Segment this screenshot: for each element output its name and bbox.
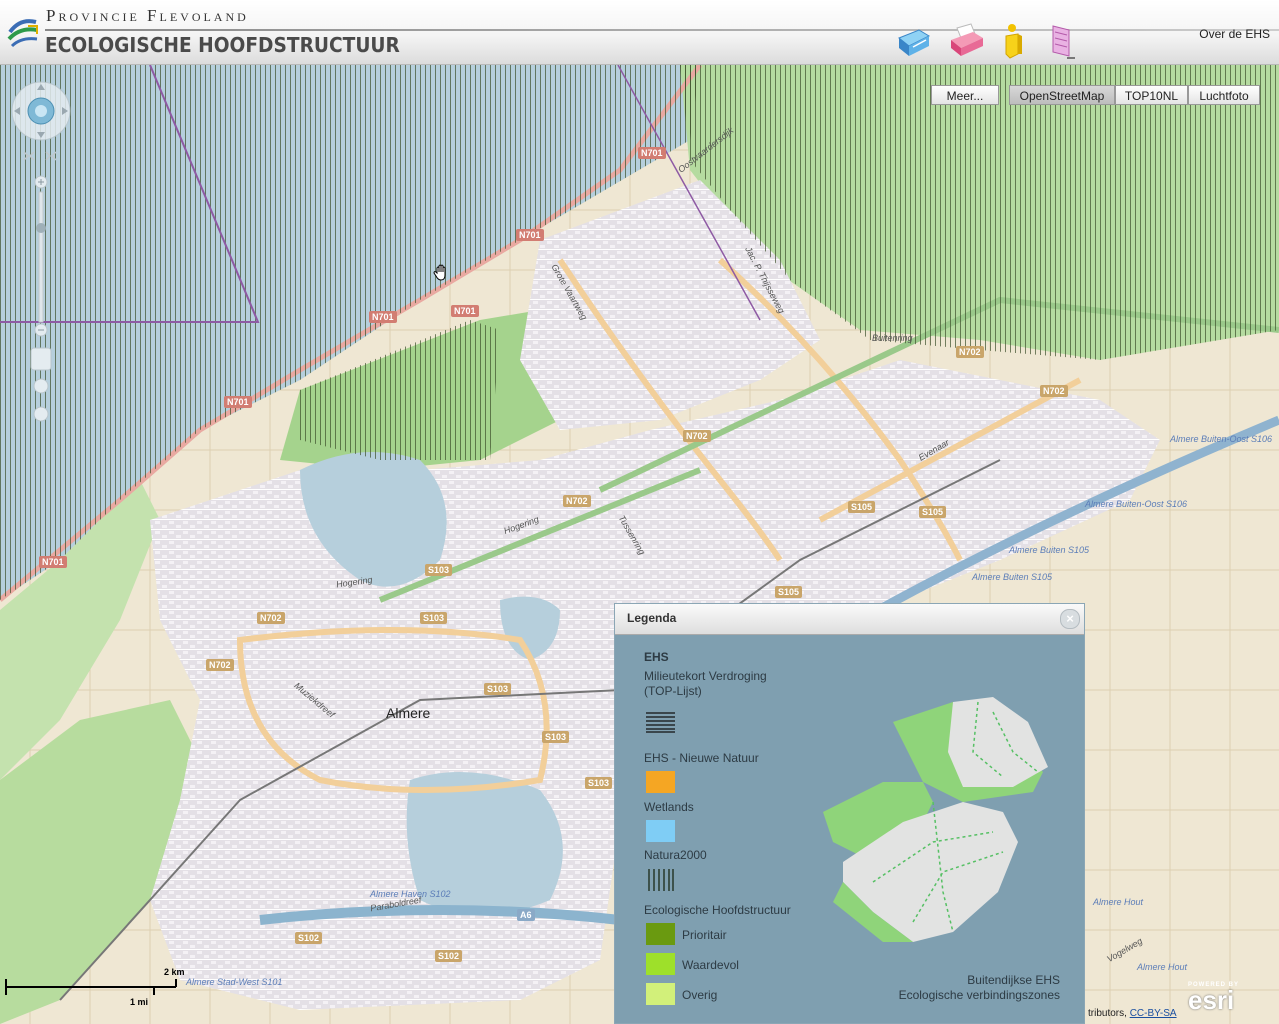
- road-shield: S103: [425, 564, 453, 576]
- road-shield: N701: [638, 147, 666, 159]
- road-shield: S103: [585, 777, 613, 789]
- road-shield: S105: [919, 506, 947, 518]
- road-shield: S105: [775, 586, 803, 598]
- legend-prioritair-swatch: [646, 923, 675, 945]
- city-label: Almere: [386, 705, 431, 721]
- license-link[interactable]: CC-BY-SA: [1130, 1008, 1177, 1019]
- road-shield: S103: [542, 731, 570, 743]
- road-shield: N701: [369, 311, 397, 323]
- station-label: Almere Buiten S105: [972, 572, 1053, 582]
- road-shield: N702: [257, 612, 285, 624]
- legend-wetlands-label: Wetlands: [644, 800, 694, 814]
- info-book-icon[interactable]: [895, 20, 933, 60]
- road-shield: N701: [224, 396, 252, 408]
- road-shield: N702: [1040, 385, 1068, 397]
- layers-icon[interactable]: [1047, 20, 1085, 60]
- legend-vstripe-swatch: [648, 869, 674, 891]
- legend-milieutekort-label: Milieutekort Verdroging: [644, 669, 767, 683]
- legend-close-button[interactable]: ×: [1060, 609, 1080, 629]
- road-shield: S105: [848, 501, 876, 513]
- legend-overig-swatch: [646, 983, 675, 1005]
- road-shield: S102: [295, 932, 323, 944]
- identify-icon[interactable]: [994, 20, 1032, 60]
- road-shield: S103: [484, 683, 512, 695]
- pan-cursor-icon: [433, 264, 446, 281]
- print-icon[interactable]: [947, 20, 985, 60]
- legend-title: Legenda: [627, 611, 677, 625]
- legend-panel: Legenda × EHS Milieutekort Verdroging (T…: [614, 603, 1085, 1024]
- map-attribution: tributors, CC-BY-SA: [1088, 1008, 1177, 1019]
- road-shield: N701: [451, 305, 479, 317]
- about-ehs-link[interactable]: Over de EHS: [1199, 27, 1270, 41]
- flevoland-illustration: [823, 697, 1048, 942]
- legend-hstripe-swatch: [646, 712, 675, 733]
- esri-logo[interactable]: POWERED BY esri: [1188, 982, 1250, 1018]
- legend-overig-label: Overig: [682, 988, 718, 1002]
- legend-waardevol-label: Waardevol: [682, 958, 739, 972]
- title-divider: [45, 29, 1279, 31]
- legend-nieuwe-natuur-swatch: [646, 771, 675, 793]
- station-label: Almere Haven S102: [370, 889, 451, 899]
- legend-group-ehs: EHS: [644, 650, 669, 664]
- basemap-luchtfoto-button[interactable]: Luchtfoto: [1188, 85, 1260, 105]
- station-label: Almere Buiten-Oost S106: [1085, 499, 1188, 509]
- station-label: Almere Hout: [1093, 897, 1144, 907]
- road-shield: N702: [683, 430, 711, 442]
- scale-km-label: 2 km: [164, 967, 185, 977]
- flevoland-logo: [7, 19, 38, 48]
- app-header: Provincie Flevoland ECOLOGISCHE HOOFDSTR…: [0, 0, 1279, 65]
- legend-header[interactable]: Legenda ×: [615, 604, 1084, 635]
- street-label: Buitenring: [872, 333, 913, 343]
- legend-ecologische-label: Ecologische Hoofdstructuur: [644, 903, 791, 917]
- station-label: Almere Stad-West S101: [186, 977, 283, 987]
- app-root: Provincie Flevoland ECOLOGISCHE HOOFDSTR…: [0, 0, 1279, 1024]
- app-title: ECOLOGISCHE HOOFDSTRUCTUUR: [45, 33, 400, 57]
- esri-brand-label: esri: [1188, 985, 1235, 1015]
- road-shield: N702: [206, 659, 234, 671]
- road-shield: S102: [435, 950, 463, 962]
- attribution-text: tributors,: [1088, 1008, 1127, 1019]
- legend-waardevol-swatch: [646, 953, 675, 975]
- road-shield: N702: [563, 495, 591, 507]
- legend-wetlands-swatch: [646, 820, 675, 842]
- station-label: Almere Buiten-Oost S106: [1170, 434, 1273, 444]
- legend-verbindingszones-label: Ecologische verbindingszones: [898, 988, 1060, 1002]
- road-shield: N701: [39, 556, 67, 568]
- legend-buitendijkse-label: Buitendijkse EHS: [967, 973, 1060, 987]
- legend-nieuwe-natuur-label: EHS - Nieuwe Natuur: [644, 751, 759, 765]
- more-basemaps-button[interactable]: Meer...: [931, 85, 999, 105]
- basemap-openstreetmap-button[interactable]: OpenStreetMap: [1009, 85, 1115, 105]
- road-shield: A6: [517, 909, 535, 921]
- station-label: Almere Hout: [1137, 962, 1188, 972]
- station-label: Almere Buiten S105: [1009, 545, 1090, 555]
- navigation-control: [11, 81, 71, 422]
- org-name: Provincie Flevoland: [46, 6, 249, 25]
- road-shield: N701: [516, 229, 544, 241]
- scale-mi-label: 1 mi: [130, 997, 149, 1007]
- road-shield: S103: [420, 612, 448, 624]
- road-shield: N702: [956, 346, 984, 358]
- basemap-top10nl-button[interactable]: TOP10NL: [1115, 85, 1188, 105]
- legend-toplijst-label: (TOP-Lijst): [644, 684, 702, 698]
- legend-prioritair-label: Prioritair: [682, 928, 727, 942]
- legend-natura2000-label: Natura2000: [644, 848, 707, 862]
